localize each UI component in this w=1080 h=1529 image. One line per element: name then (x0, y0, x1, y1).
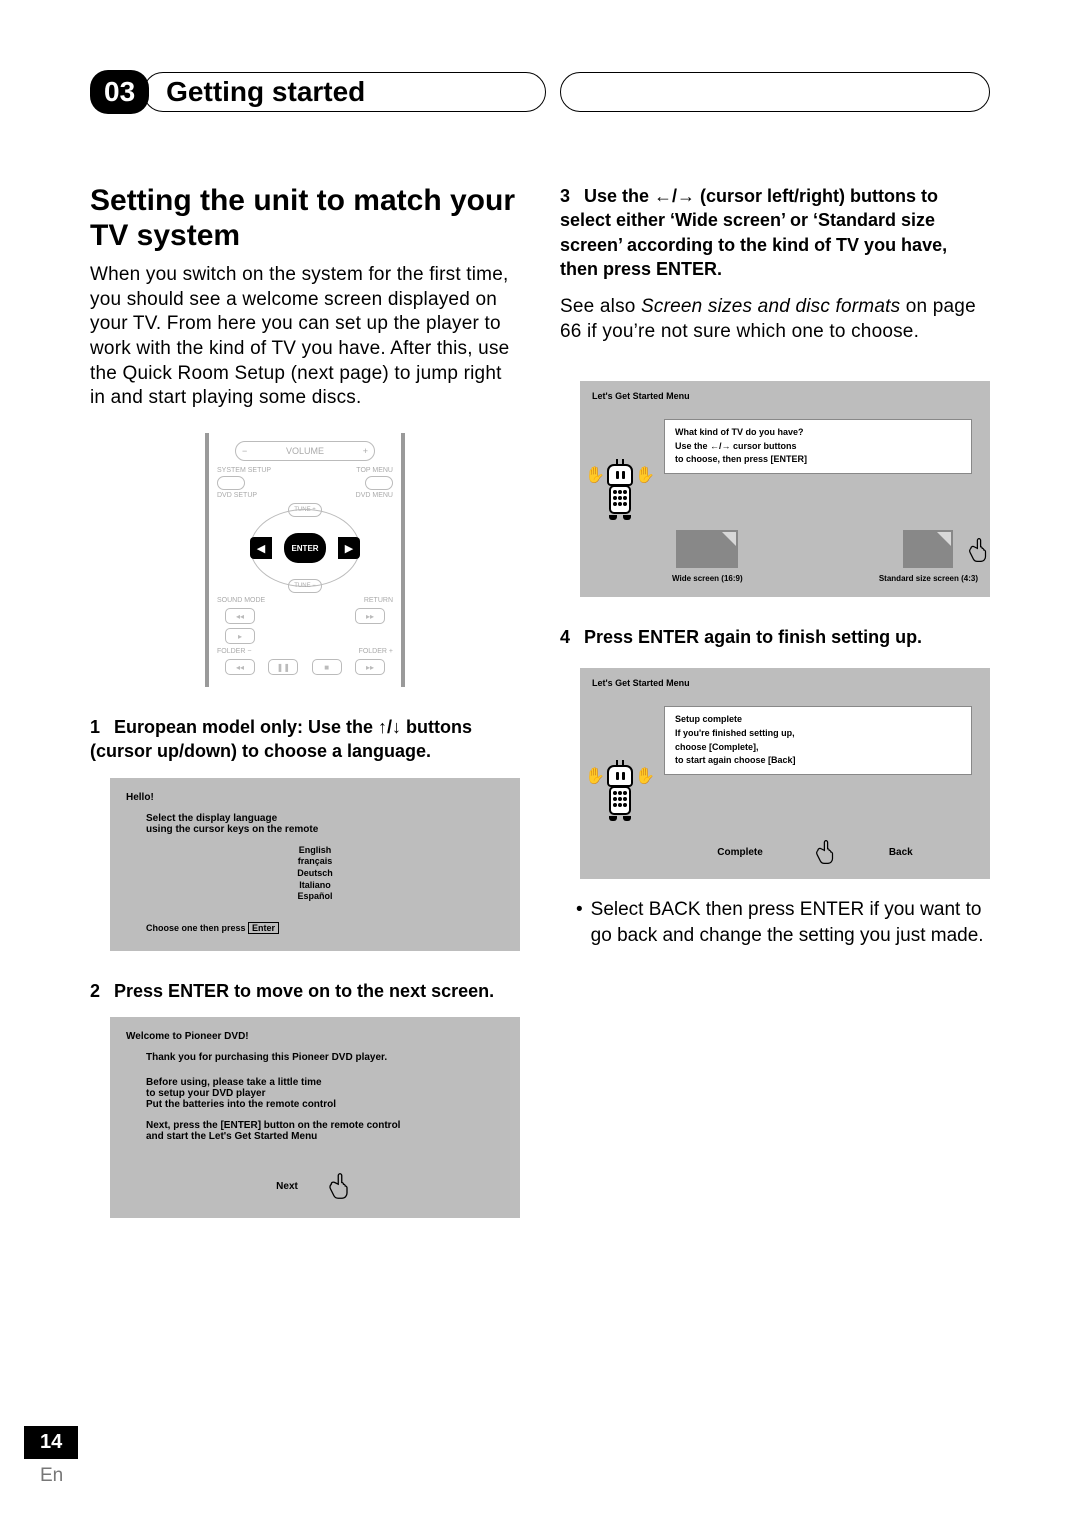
enter-button: ENTER (284, 533, 326, 563)
language-code: En (24, 1465, 78, 1487)
chapter-title: Getting started (143, 72, 546, 112)
transport-button: ◂◂ (225, 608, 255, 624)
screen-text: using the cursor keys on the remote (146, 824, 504, 835)
option-label: Complete (717, 847, 763, 858)
arrow-right-icon: ▶ (338, 537, 360, 559)
page-footer: 14 En (24, 1426, 78, 1487)
screen-text: Thank you for purchasing this Pioneer DV… (146, 1052, 504, 1063)
screen-title: Hello! (126, 792, 504, 803)
language-screen: Hello! Select the display language using… (110, 778, 520, 951)
pointing-hand-icon (966, 537, 992, 563)
transport-button: ◂◂ (225, 659, 255, 675)
screen-text: Select the display language (146, 813, 504, 824)
transport-button: ▸▸ (355, 659, 385, 675)
language-option: français (126, 856, 504, 868)
option-label: Wide screen (16:9) (672, 574, 743, 583)
sound-mode-label: SOUND MODE (217, 597, 265, 604)
transport-button: ▸ (225, 628, 255, 644)
language-option: Español (126, 891, 504, 903)
robot-icon: ✋ ✋ (592, 464, 648, 520)
bullet-note: • Select BACK then press ENTER if you wa… (560, 897, 990, 948)
screen-title: Let's Get Started Menu (592, 678, 978, 688)
standard-tv-icon (903, 530, 953, 568)
screen-footnote: Choose one then press (146, 923, 246, 933)
screen-text: Next, press the [ENTER] button on the re… (146, 1120, 504, 1131)
setup-complete-screen: Let's Get Started Menu Setup complete If… (580, 668, 990, 880)
screen-text: to setup your DVD player (146, 1088, 504, 1099)
step-2-heading: 2Press ENTER to move on to the next scre… (90, 979, 520, 1003)
screen-text: Put the batteries into the remote contro… (146, 1099, 504, 1110)
step-number: 3 (560, 184, 570, 208)
screen-title: Welcome to Pioneer DVD! (126, 1031, 504, 1042)
button-outline (217, 476, 245, 490)
option-label: Back (889, 847, 913, 858)
header-spacer-pill (560, 72, 990, 112)
system-setup-label: SYSTEM SETUP (217, 467, 271, 474)
language-option: Italiano (126, 880, 504, 892)
return-label: RETURN (364, 597, 393, 604)
waving-hand-icon: ✋ (585, 465, 605, 485)
step-4-heading: 4Press ENTER again to finish setting up. (560, 625, 990, 649)
robot-icon: ✋ ✋ (592, 765, 648, 821)
enter-key-box: Enter (248, 922, 279, 934)
transport-button: ❚❚ (268, 659, 298, 675)
page-number: 14 (24, 1426, 78, 1459)
step-3-heading: 3Use the ←/→ (cursor left/right) buttons… (560, 184, 990, 281)
pointing-hand-icon (326, 1172, 354, 1200)
section-heading: Setting the unit to match your TV system (90, 184, 520, 253)
waving-hand-icon: ✋ (585, 766, 605, 786)
pointing-hand-icon (813, 839, 839, 865)
chapter-header: 03 Getting started (90, 70, 990, 114)
language-option: Deutsch (126, 868, 504, 880)
volume-plus-icon: + (363, 446, 368, 456)
transport-button: ■ (312, 659, 342, 675)
step-3-note: See also Screen sizes and disc formats o… (560, 295, 990, 344)
step-1-heading: 1European model only: Use the ↑/↓ button… (90, 715, 520, 764)
step-number: 4 (560, 625, 570, 649)
volume-label: VOLUME (286, 446, 324, 456)
arrow-left-icon: ◀ (250, 537, 272, 559)
folder-minus-label: FOLDER − (217, 648, 251, 655)
next-button-label: Next (276, 1181, 298, 1192)
screen-text: Before using, please take a little time (146, 1077, 504, 1088)
button-outline (365, 476, 393, 490)
remote-diagram: − VOLUME + SYSTEM SETUP TOP MENU DVD SET… (90, 433, 520, 687)
folder-plus-label: FOLDER + (359, 648, 393, 655)
step-number: 2 (90, 979, 100, 1003)
tune-minus-button: TUNE − (288, 579, 322, 593)
top-menu-label: TOP MENU (356, 467, 393, 474)
option-label: Standard size screen (4:3) (879, 574, 978, 583)
tv-type-screen: Let's Get Started Menu What kind of TV d… (580, 381, 990, 598)
widescreen-tv-icon (676, 530, 738, 568)
dvd-setup-label: DVD SETUP (217, 492, 257, 499)
screen-text: and start the Let's Get Started Menu (146, 1131, 504, 1142)
waving-hand-icon: ✋ (635, 766, 655, 786)
right-column: 3Use the ←/→ (cursor left/right) buttons… (560, 184, 990, 1228)
step-number: 1 (90, 715, 100, 739)
volume-minus-icon: − (242, 446, 247, 456)
welcome-screen: Welcome to Pioneer DVD! Thank you for pu… (110, 1017, 520, 1218)
transport-button: ▸▸ (355, 608, 385, 624)
left-column: Setting the unit to match your TV system… (90, 184, 520, 1228)
language-option: English (126, 845, 504, 857)
intro-paragraph: When you switch on the system for the fi… (90, 263, 520, 411)
chapter-number: 03 (90, 70, 149, 114)
waving-hand-icon: ✋ (635, 465, 655, 485)
screen-title: Let's Get Started Menu (592, 391, 978, 401)
dvd-menu-label: DVD MENU (356, 492, 393, 499)
